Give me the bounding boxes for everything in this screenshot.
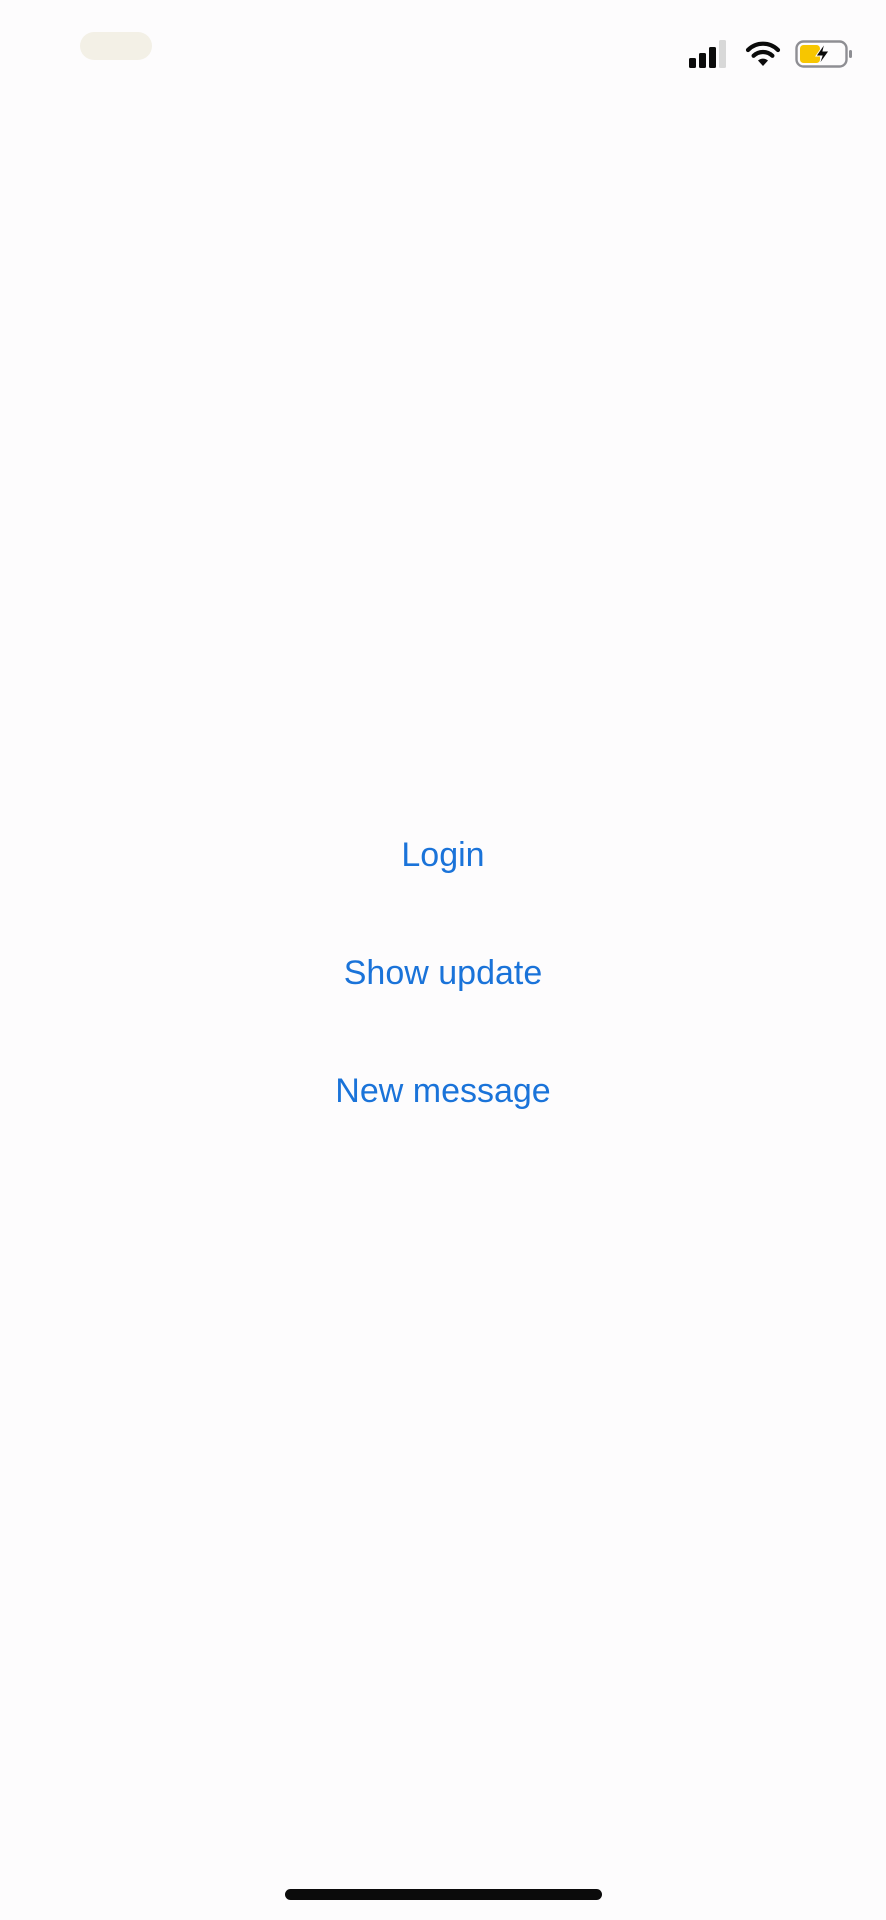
status-bar — [0, 0, 886, 100]
wifi-icon — [745, 40, 781, 68]
new-message-button[interactable]: New message — [243, 1056, 643, 1174]
status-icons — [689, 36, 853, 72]
show-update-button[interactable]: Show update — [243, 938, 643, 1056]
login-button[interactable]: Login — [243, 820, 643, 938]
home-indicator[interactable] — [285, 1889, 602, 1900]
battery-charging-icon — [795, 40, 853, 68]
cellular-signal-icon — [689, 40, 731, 68]
action-button-stack: Login Show update New message — [0, 820, 886, 1174]
time-placeholder — [80, 32, 152, 60]
